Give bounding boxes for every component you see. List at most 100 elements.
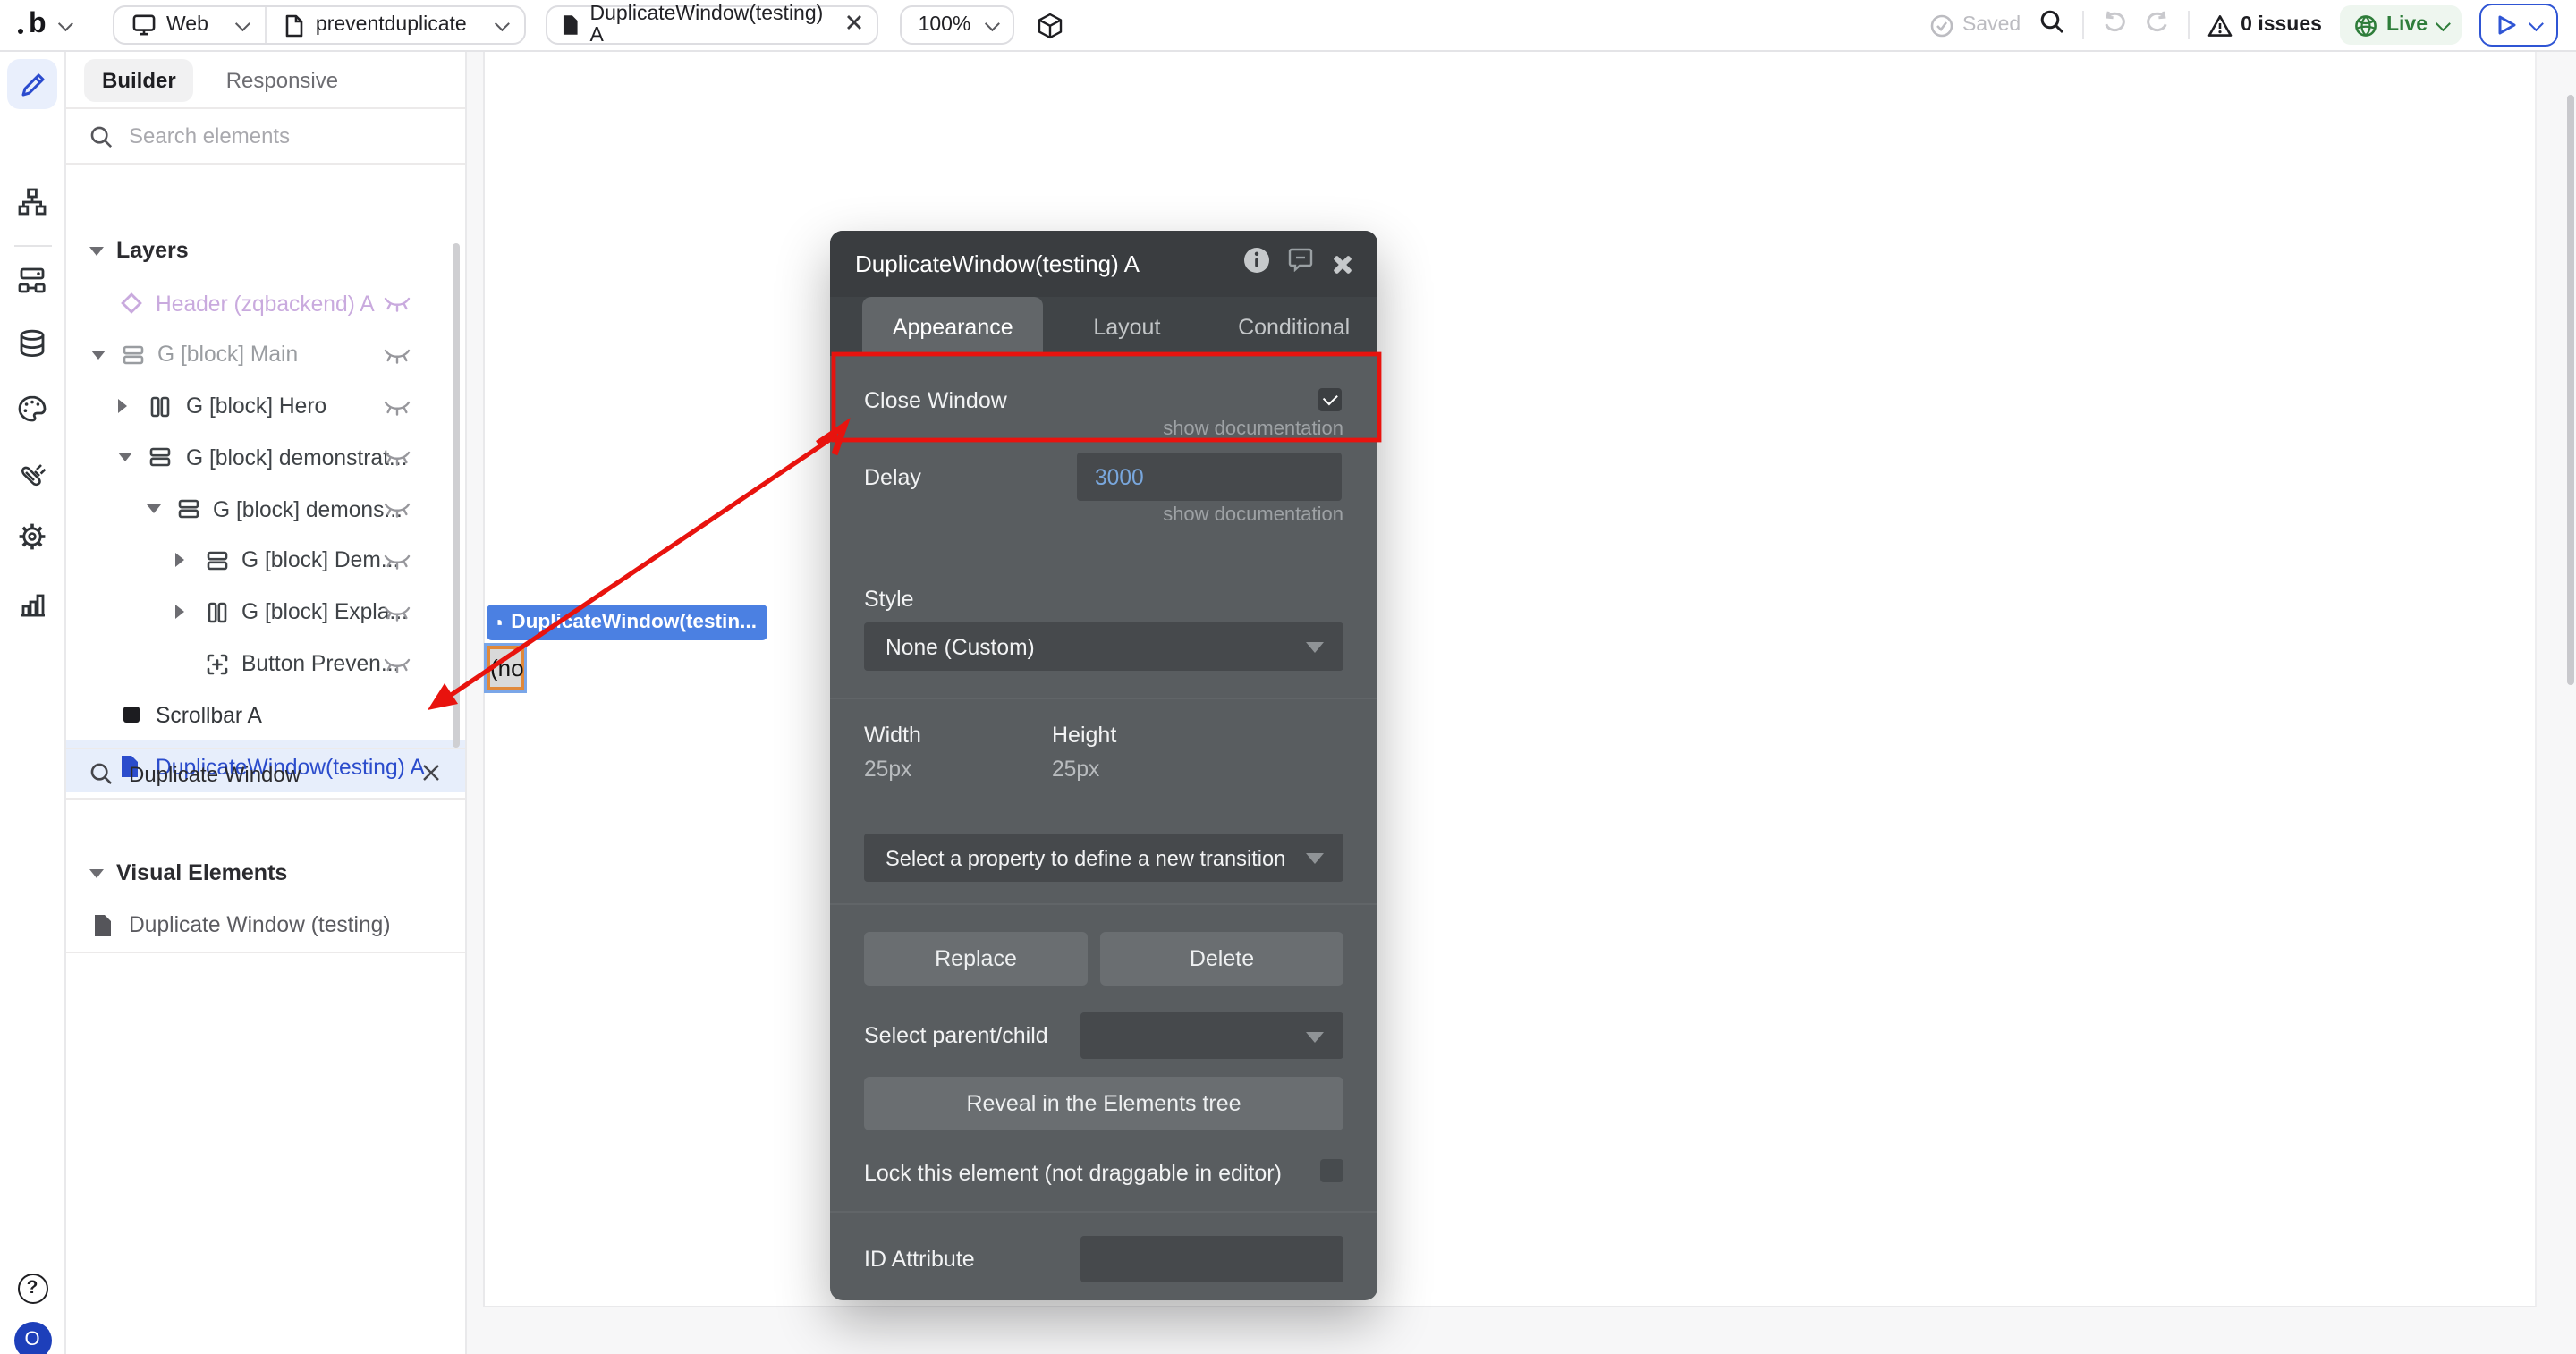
tab-layout[interactable]: Layout — [1044, 297, 1211, 356]
redo-button[interactable] — [2144, 9, 2169, 41]
component-library-button[interactable] — [1038, 13, 1063, 48]
tree-scrollbar-thumb[interactable] — [453, 243, 460, 748]
id-attribute-input[interactable] — [1080, 1236, 1343, 1282]
mode-rail: ? O — [0, 52, 66, 1354]
layer-row-main[interactable]: G [block] Main — [66, 329, 465, 381]
layer-row-button[interactable]: Button Preven... — [66, 638, 465, 690]
delay-input[interactable]: 3000 — [1077, 453, 1342, 501]
element-result-duplicate-window[interactable]: Duplicate Window (testing) — [93, 912, 391, 937]
rail-logs-button[interactable] — [7, 578, 57, 628]
canvas-scrollbar-thumb[interactable] — [2567, 95, 2574, 685]
info-button[interactable] — [1243, 246, 1270, 282]
caret-right-icon[interactable] — [175, 604, 184, 619]
eye-closed-icon[interactable] — [383, 499, 411, 524]
search-elements-input[interactable] — [129, 123, 397, 148]
eye-closed-icon[interactable] — [383, 345, 411, 370]
rail-design-button[interactable] — [7, 59, 57, 109]
tab-label: DuplicateWindow(testing) A — [589, 4, 824, 47]
platform-dropdown[interactable]: Web — [114, 7, 266, 43]
eye-closed-icon[interactable] — [383, 293, 411, 318]
layer-row-demons[interactable]: G [block] demons... — [66, 483, 465, 535]
tab-conditional[interactable]: Conditional — [1210, 297, 1377, 356]
visual-elements-header[interactable]: Visual Elements — [89, 860, 287, 885]
delay-label: Delay — [864, 465, 921, 490]
rail-plugins-button[interactable] — [7, 449, 57, 499]
layers-section-header[interactable]: Layers — [89, 238, 189, 263]
avatar: O — [13, 1321, 51, 1354]
lock-element-checkbox[interactable] — [1320, 1159, 1343, 1182]
caret-down-icon[interactable] — [91, 350, 106, 360]
tab-builder[interactable]: Builder — [84, 58, 194, 101]
inspector-header[interactable]: DuplicateWindow(testing) A — [830, 231, 1377, 297]
page-dropdown[interactable]: preventduplicate — [265, 7, 524, 43]
visual-elements-label: Visual Elements — [116, 860, 288, 885]
layer-row-demonstrat[interactable]: G [block] demonstrat... — [66, 432, 465, 484]
selected-element-badge[interactable]: DuplicateWindow(testin... — [487, 605, 767, 640]
caret-down-icon[interactable] — [147, 504, 161, 514]
close-window-checkbox[interactable] — [1318, 388, 1342, 411]
layer-row-expla[interactable]: G [block] Expla... — [66, 587, 465, 639]
close-tab-button[interactable] — [846, 14, 862, 36]
caret-right-icon[interactable] — [118, 398, 127, 413]
design-canvas[interactable] — [483, 52, 2537, 1307]
duplicate-window-element[interactable]: (no — [487, 646, 524, 690]
save-status-label: Saved — [1962, 14, 2021, 36]
tab-appearance[interactable]: Appearance — [862, 297, 1044, 356]
close-icon — [423, 764, 439, 780]
eye-closed-icon[interactable] — [383, 654, 411, 679]
parent-child-dropdown[interactable] — [1080, 1012, 1343, 1059]
caret-right-icon[interactable] — [175, 552, 184, 567]
bubble-logo-menu[interactable]: b — [18, 0, 73, 50]
replace-button[interactable]: Replace — [864, 932, 1088, 986]
eye-closed-icon[interactable] — [383, 448, 411, 473]
top-toolbar: b Web preventduplicate DuplicateWindow(t… — [0, 0, 2576, 52]
preview-button[interactable] — [2479, 4, 2558, 47]
live-dropdown[interactable]: Live — [2339, 5, 2462, 45]
rail-help-button[interactable]: ? — [7, 1263, 57, 1313]
delete-button[interactable]: Delete — [1100, 932, 1343, 986]
reveal-in-tree-button[interactable]: Reveal in the Elements tree — [864, 1077, 1343, 1130]
rail-components-button[interactable] — [7, 256, 57, 306]
show-documentation-link[interactable]: show documentation — [1163, 504, 1343, 526]
transition-dropdown[interactable]: Select a property to define a new transi… — [864, 834, 1343, 882]
clear-filter-button[interactable] — [422, 757, 440, 790]
layer-row-hero[interactable]: G [block] Hero — [66, 380, 465, 432]
bubble-editor: b Web preventduplicate DuplicateWindow(t… — [0, 0, 2576, 1354]
search-icon — [90, 125, 113, 148]
element-text: (no — [490, 655, 524, 681]
lock-element-label: Lock this element (not draggable in edit… — [864, 1161, 1282, 1186]
style-dropdown[interactable]: None (Custom) — [864, 622, 1343, 671]
layer-row-header[interactable]: Header (zqbackend) A — [66, 277, 465, 329]
open-element-tab[interactable]: DuplicateWindow(testing) A — [546, 4, 878, 47]
logo-dot — [18, 29, 23, 34]
check-circle-icon — [1930, 13, 1953, 37]
toolbar-divider — [2081, 11, 2084, 39]
show-documentation-link[interactable]: show documentation — [1163, 419, 1343, 440]
rail-data-button[interactable] — [7, 318, 57, 368]
chevron-down-icon — [494, 16, 510, 32]
rail-styles-button[interactable] — [7, 383, 57, 433]
rail-settings-button[interactable] — [7, 512, 57, 562]
element-filter-input[interactable] — [129, 761, 397, 786]
issues-label: 0 issues — [2241, 14, 2322, 36]
tab-responsive[interactable]: Responsive — [208, 58, 356, 101]
close-inspector-button[interactable] — [1331, 253, 1352, 275]
caret-down-icon[interactable] — [118, 453, 132, 462]
notes-button[interactable] — [1288, 247, 1313, 281]
app-context-group: Web preventduplicate — [113, 5, 526, 45]
rail-workflow-button[interactable] — [7, 177, 57, 227]
issues-indicator[interactable]: 0 issues — [2207, 13, 2322, 37]
inspector-title: DuplicateWindow(testing) A — [855, 250, 1140, 277]
search-button[interactable] — [2038, 8, 2063, 42]
layer-row-scrollbar[interactable]: Scrollbar A — [66, 690, 465, 741]
rail-avatar-button[interactable]: O — [7, 1315, 57, 1354]
layer-row-dem[interactable]: G [block] Dem... — [66, 535, 465, 587]
width-label: Width — [864, 723, 921, 748]
eye-closed-icon[interactable] — [383, 603, 411, 628]
info-icon — [1244, 247, 1269, 272]
zoom-dropdown[interactable]: 100% — [900, 5, 1014, 45]
eye-closed-icon[interactable] — [383, 396, 411, 421]
cube-icon — [1038, 13, 1063, 39]
eye-closed-icon[interactable] — [383, 551, 411, 576]
undo-button[interactable] — [2101, 9, 2126, 41]
